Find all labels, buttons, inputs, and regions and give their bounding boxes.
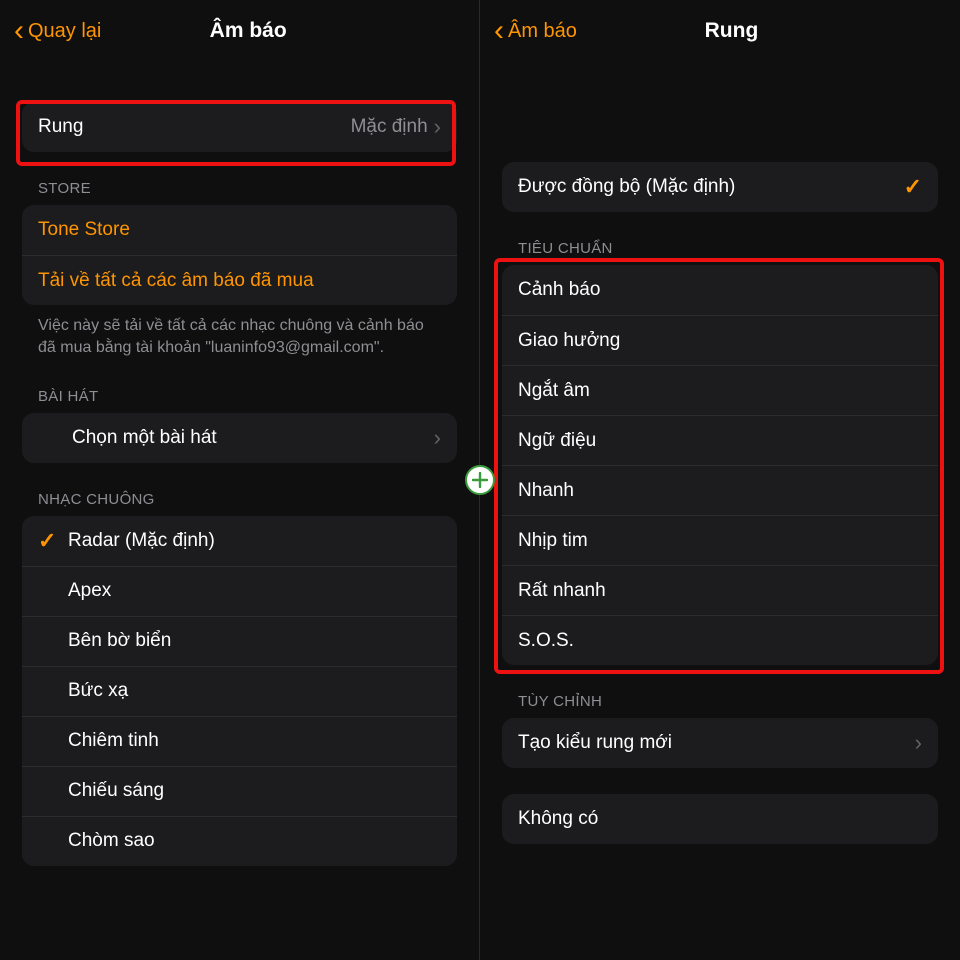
- vibration-group: Rung Mặc định ›: [22, 102, 457, 152]
- page-title: Âm báo: [31, 19, 465, 43]
- page-title: Rung: [517, 19, 946, 43]
- section-header-ringtones: NHẠC CHUÔNG: [14, 463, 465, 516]
- chevron-right-icon: ›: [434, 427, 441, 449]
- standard-row[interactable]: Ngữ điệu: [502, 415, 938, 465]
- songs-group: Chọn một bài hát ›: [22, 413, 457, 463]
- ringtone-label: Chiêm tinh: [68, 730, 441, 752]
- plus-icon: [465, 465, 495, 495]
- chevron-right-icon: ›: [434, 116, 441, 138]
- ringtone-row[interactable]: Chiêm tinh: [22, 716, 457, 766]
- nav-bar: ‹ Âm báo Rung: [494, 0, 946, 62]
- none-label: Không có: [518, 808, 922, 830]
- chevron-right-icon: ›: [915, 732, 922, 754]
- tone-store-label: Tone Store: [38, 219, 441, 241]
- standard-label: S.O.S.: [518, 630, 922, 652]
- standard-label: Ngữ điệu: [518, 430, 922, 452]
- ringtone-label: Radar (Mặc định): [68, 530, 441, 552]
- standard-group: Cảnh báo Giao hưởng Ngắt âm Ngữ điệu Nhanh Nh…: [502, 265, 938, 665]
- standard-label: Giao hưởng: [518, 330, 922, 352]
- ringtone-row[interactable]: ✓Radar (Mặc định): [22, 516, 457, 566]
- standard-row[interactable]: S.O.S.: [502, 615, 938, 665]
- pane-am-bao: ‹ Quay lại Âm báo Rung Mặc định › STORE …: [0, 0, 480, 960]
- none-group: Không có: [502, 794, 938, 844]
- standard-row[interactable]: Cảnh báo: [502, 265, 938, 315]
- pane-rung: ‹ Âm báo Rung Được đồng bộ (Mặc định) ✓ …: [480, 0, 960, 960]
- check-icon: ✓: [38, 528, 68, 554]
- ringtone-label: Chiếu sáng: [68, 780, 441, 802]
- create-vibration-label: Tạo kiểu rung mới: [518, 732, 915, 754]
- ringtone-row[interactable]: Apex: [22, 566, 457, 616]
- section-header-custom: TÙY CHỈNH: [494, 665, 946, 718]
- section-header-standard: TIÊU CHUẨN: [494, 212, 946, 265]
- synced-group: Được đồng bộ (Mặc định) ✓: [502, 162, 938, 212]
- ringtone-label: Bên bờ biển: [68, 630, 441, 652]
- ringtones-group: ✓Radar (Mặc định) Apex Bên bờ biển Bức xạ Ch…: [22, 516, 457, 866]
- create-vibration-row[interactable]: Tạo kiểu rung mới ›: [502, 718, 938, 768]
- ringtone-label: Bức xạ: [68, 680, 441, 702]
- vibration-label: Rung: [38, 116, 351, 138]
- synced-label: Được đồng bộ (Mặc định): [518, 176, 904, 198]
- ringtone-label: Chòm sao: [68, 830, 441, 852]
- pick-song-row[interactable]: Chọn một bài hát ›: [22, 413, 457, 463]
- custom-group: Tạo kiểu rung mới ›: [502, 718, 938, 768]
- ringtone-row[interactable]: Bên bờ biển: [22, 616, 457, 666]
- standard-label: Ngắt âm: [518, 380, 922, 402]
- ringtone-row[interactable]: Chiếu sáng: [22, 766, 457, 816]
- store-footer: Việc này sẽ tải về tất cả các nhạc chuôn…: [14, 305, 465, 360]
- chevron-left-icon: ‹: [494, 16, 504, 46]
- vibration-value: Mặc định: [351, 116, 428, 138]
- ringtone-label: Apex: [68, 580, 441, 602]
- check-icon: ✓: [904, 174, 922, 200]
- standard-label: Nhanh: [518, 480, 922, 502]
- download-all-row[interactable]: Tải về tất cả các âm báo đã mua: [22, 255, 457, 305]
- nav-bar: ‹ Quay lại Âm báo: [14, 0, 465, 62]
- standard-label: Nhịp tim: [518, 530, 922, 552]
- ringtone-row[interactable]: Bức xạ: [22, 666, 457, 716]
- chevron-left-icon: ‹: [14, 16, 24, 46]
- tone-store-row[interactable]: Tone Store: [22, 205, 457, 255]
- standard-row[interactable]: Nhịp tim: [502, 515, 938, 565]
- standard-label: Rất nhanh: [518, 580, 922, 602]
- standard-row[interactable]: Giao hưởng: [502, 315, 938, 365]
- standard-row[interactable]: Nhanh: [502, 465, 938, 515]
- section-header-songs: BÀI HÁT: [14, 360, 465, 413]
- ringtone-row[interactable]: Chòm sao: [22, 816, 457, 866]
- section-header-store: STORE: [14, 152, 465, 205]
- standard-label: Cảnh báo: [518, 279, 922, 301]
- standard-row[interactable]: Ngắt âm: [502, 365, 938, 415]
- none-row[interactable]: Không có: [502, 794, 938, 844]
- synced-row[interactable]: Được đồng bộ (Mặc định) ✓: [502, 162, 938, 212]
- vibration-row[interactable]: Rung Mặc định ›: [22, 102, 457, 152]
- pick-song-label: Chọn một bài hát: [38, 427, 434, 449]
- store-group: Tone Store Tải về tất cả các âm báo đã m…: [22, 205, 457, 305]
- standard-row[interactable]: Rất nhanh: [502, 565, 938, 615]
- download-all-label: Tải về tất cả các âm báo đã mua: [38, 270, 441, 292]
